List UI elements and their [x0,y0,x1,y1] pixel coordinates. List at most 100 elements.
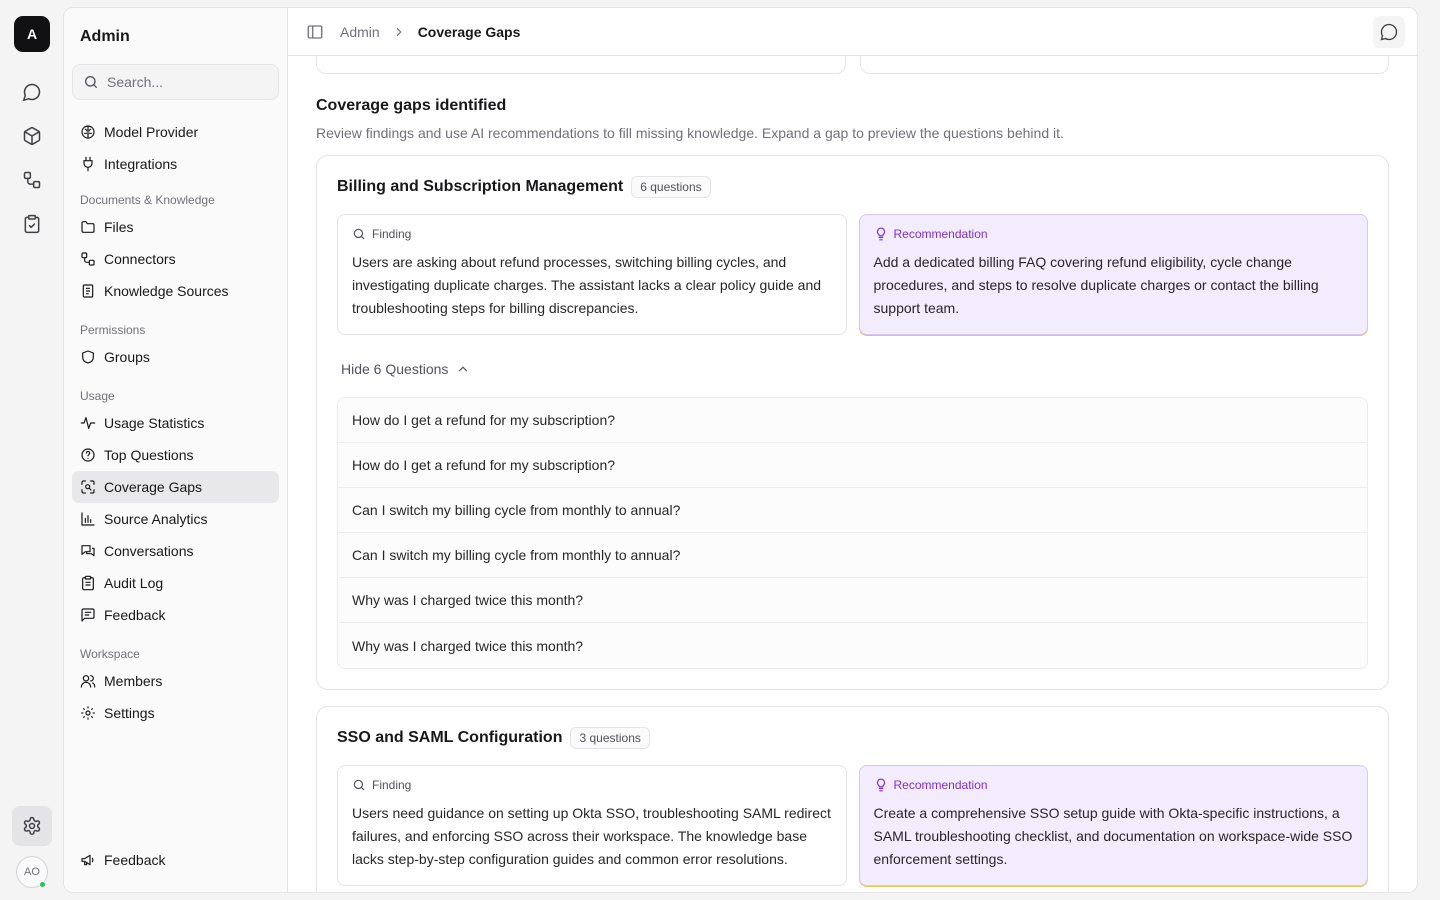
sidebar-item-label: Settings [104,705,155,721]
breadcrumb-current: Coverage Gaps [417,23,521,40]
toggle-questions-label: Hide 6 Questions [341,361,449,377]
sidebar-item-integrations[interactable]: Integrations [72,148,279,180]
sidebar-item-label: Feedback [104,607,166,623]
connectors-icon [81,252,95,266]
sidebar-item-model-provider[interactable]: Model Provider [72,116,279,148]
section-title: Coverage gaps identified [316,97,507,114]
sidebar-item-label: Usage Statistics [104,415,205,431]
recommendation-box: Recommendation Create a comprehensive SS… [858,765,1368,886]
user-avatar[interactable]: AO [16,856,48,888]
send-feedback-button[interactable]: Feedback [72,844,280,876]
connectors-icon[interactable] [14,162,50,198]
sidebar-item-conversations[interactable]: Conversations [72,535,279,567]
sidebar-item-label: Audit Log [104,575,164,591]
nav-group-title: Documents & Knowledge [80,193,215,207]
sidebar-search[interactable] [72,64,279,100]
sidebar-item-label: Model Provider [104,124,199,140]
sidebar-item-knowledge-sources[interactable]: Knowledge Sources [72,275,279,307]
settings-gear-icon[interactable] [12,806,52,846]
cube-icon[interactable] [14,118,50,154]
search-icon [353,228,365,240]
sidebar-item-label: Groups [104,349,150,365]
users-icon [80,675,96,688]
sidebar-toggle-icon[interactable] [306,23,324,41]
book-icon [82,284,94,298]
sidebar-item-audit-log[interactable]: Audit Log [72,567,279,599]
recommendation-label: Recommendation [893,227,988,241]
question-row[interactable]: Why was I charged twice this month? [338,578,1367,623]
finding-box: Finding Users are asking about refund pr… [337,214,847,335]
question-row[interactable]: How do I get a refund for my subscriptio… [338,398,1367,443]
search-icon [85,76,97,88]
sidebar-item-groups[interactable]: Groups [72,341,279,373]
recommendation-label: Recommendation [893,778,988,792]
chevron-up-icon [459,366,468,372]
bar-chart-icon [81,512,95,526]
breadcrumb-admin[interactable]: Admin [340,24,380,40]
workspace-logo[interactable]: A [14,16,50,52]
finding-box: Finding Users need guidance on setting u… [337,765,847,886]
finding-label: Finding [372,778,412,792]
gear-icon [81,706,95,720]
search-icon [353,779,365,791]
shield-icon [82,350,94,364]
search-input[interactable] [107,74,267,90]
scan-icon [81,480,95,494]
finding-text: Users need guidance on setting up Okta S… [352,805,831,867]
question-count-badge: 6 questions [631,176,711,198]
chat-assistant-button[interactable] [1373,16,1405,48]
sidebar-item-feedback[interactable]: Feedback [72,599,279,631]
sidebar-item-label: Coverage Gaps [104,479,203,495]
question-count-badge: 3 questions [570,727,650,749]
gap-header: SSO and SAML Configuration 3 questions [337,727,1368,749]
sidebar-item-top-questions[interactable]: Top Questions [72,439,279,471]
nav-group-title: Usage [80,389,115,403]
chevron-right-icon [392,25,406,39]
sidebar-item-source-analytics[interactable]: Source Analytics [72,503,279,535]
sidebar-item-connectors[interactable]: Connectors [72,243,279,275]
question-row[interactable]: How do I get a refund for my subscriptio… [338,443,1367,488]
nav-group-usage: Usage Usage Statistics Top Questions Cov… [64,385,287,631]
summary-card [316,56,846,74]
brain-icon [81,125,95,139]
main-content: Coverage gaps identified Review findings… [288,56,1417,892]
recommendation-text: Add a dedicated billing FAQ covering ref… [873,254,1319,316]
lightbulb-icon [876,227,885,241]
recommendation-header: Recommendation [874,227,1354,241]
megaphone-icon [81,854,94,866]
gap-title: SSO and SAML Configuration [337,729,563,746]
admin-frame: Admin Model Provider Integrations Docume… [63,7,1418,893]
finding-text: Users are asking about refund processes,… [352,254,822,316]
online-status-dot [39,881,46,888]
finding-header: Finding [352,778,832,792]
hide-questions-toggle[interactable]: Hide 6 Questions [341,361,1368,377]
sidebar-item-coverage-gaps[interactable]: Coverage Gaps [72,471,279,503]
sidebar-item-usage-statistics[interactable]: Usage Statistics [72,407,279,439]
nav-group-title: Permissions [80,323,146,337]
top-bar: Admin Coverage Gaps [288,8,1417,56]
recommendation-header: Recommendation [874,778,1354,792]
admin-sidebar: Admin Model Provider Integrations Docume… [64,8,288,892]
clipboard-check-icon[interactable] [14,206,50,242]
recommendation-box: Recommendation Add a dedicated billing F… [858,214,1368,335]
sidebar-item-label: Members [104,673,163,689]
sidebar-item-files[interactable]: Files [72,211,279,243]
activity-icon [80,417,96,429]
sidebar-item-members[interactable]: Members [72,665,279,697]
sidebar-title: Admin [80,28,130,45]
summary-card [859,56,1389,74]
nav-group-permissions: Permissions Groups [64,319,287,373]
sidebar-item-label: Integrations [104,156,178,172]
messages-icon [81,545,95,557]
finding-header: Finding [352,227,832,241]
question-row[interactable]: Why was I charged twice this month? [338,623,1367,668]
nav-group-documents: Documents & Knowledge Files Connectors K… [64,189,287,307]
clipboard-list-icon [82,575,94,591]
question-row[interactable]: Can I switch my billing cycle from month… [338,533,1367,578]
gap-title: Billing and Subscription Management [337,178,624,195]
question-row[interactable]: Can I switch my billing cycle from month… [338,488,1367,533]
sidebar-item-settings[interactable]: Settings [72,697,279,729]
chat-bubble-icon[interactable] [14,74,50,110]
chat-bubble-icon [1380,23,1398,41]
finding-label: Finding [372,227,412,241]
